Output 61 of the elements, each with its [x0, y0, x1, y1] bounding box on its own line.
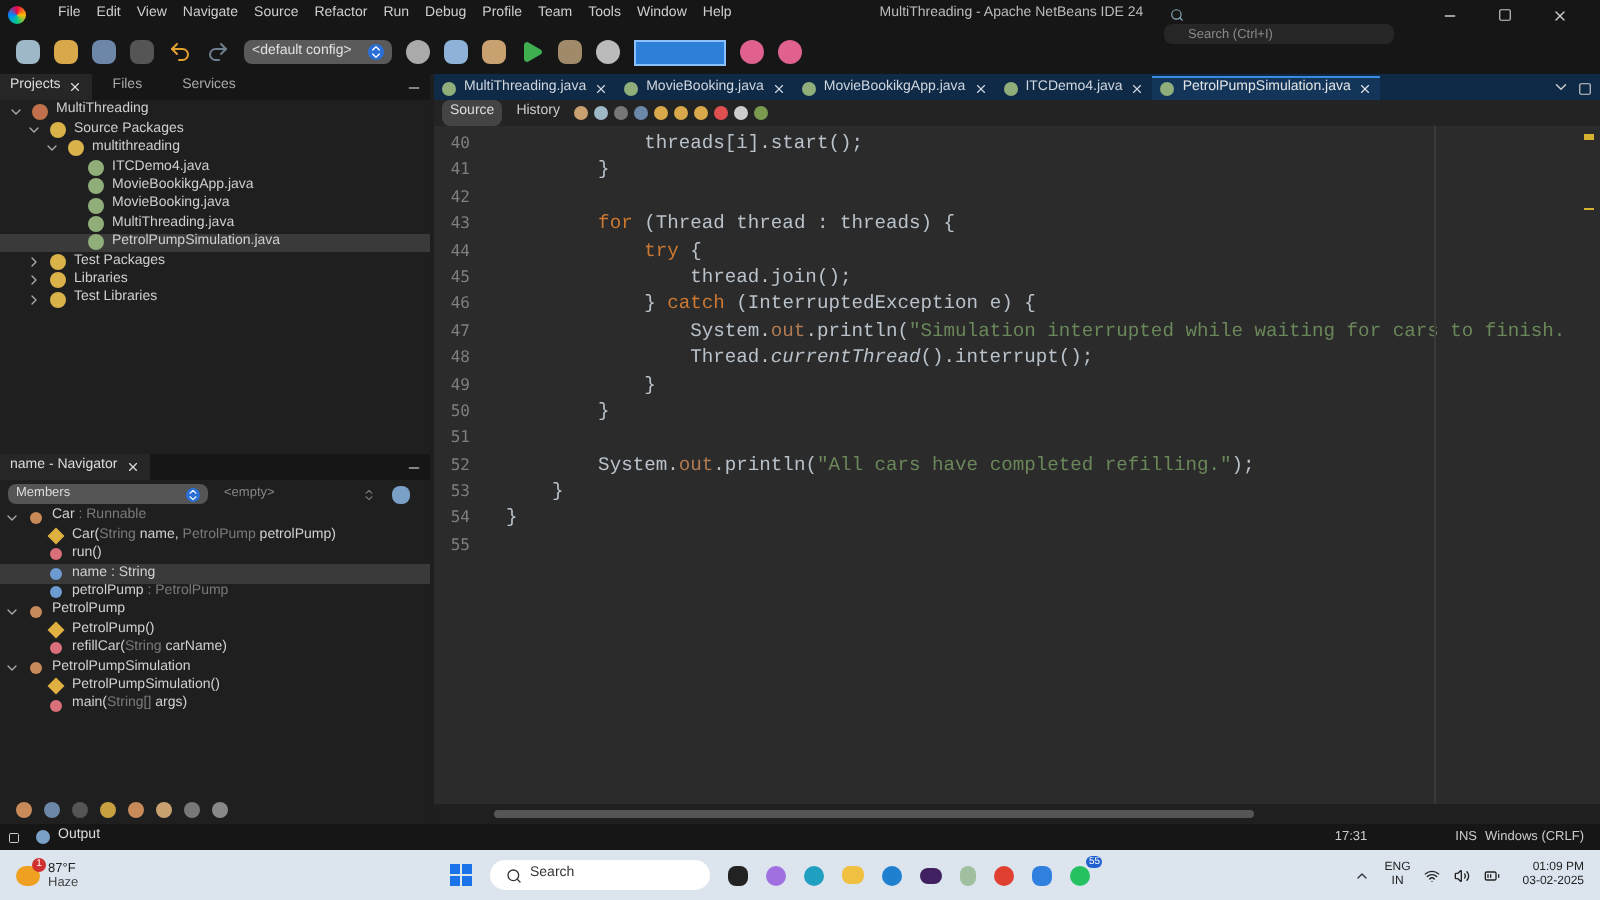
maximize-icon[interactable] [1578, 82, 1592, 96]
code-line: for (Thread thread : threads) { [596, 212, 956, 235]
close-icon[interactable] [973, 81, 988, 95]
line-number: 43 [448, 212, 472, 237]
constructor-icon [47, 527, 65, 545]
constructor-icon [47, 677, 65, 695]
memory-indicator[interactable] [634, 39, 726, 65]
volume-icon[interactable] [1454, 867, 1471, 883]
search-icon [506, 867, 522, 883]
close-icon[interactable] [771, 81, 786, 95]
code-line: threads[i].start(); [642, 132, 863, 154]
constructor-icon [47, 621, 65, 639]
code-line: Thread.currentThread().interrupt(); [688, 346, 1094, 369]
line-number: 42 [448, 185, 472, 210]
redo-icon[interactable] [206, 40, 230, 64]
horizontal-scrollbar[interactable] [494, 810, 1254, 818]
line-number: 40 [448, 132, 472, 156]
close-icon[interactable] [125, 460, 140, 474]
record-icon [713, 106, 728, 120]
maximize-icon[interactable] [1498, 8, 1512, 22]
dropdown-icon [368, 44, 384, 60]
dropdown-icon [362, 487, 376, 501]
wifi-icon[interactable] [1424, 867, 1441, 883]
line-number: 49 [448, 373, 472, 398]
windows-start-icon[interactable] [450, 864, 472, 886]
undo-icon[interactable] [168, 40, 192, 64]
line-number: 55 [448, 533, 472, 558]
code-line: } [596, 158, 610, 181]
code-line: thread.join(); [688, 265, 852, 288]
line-number: 46 [448, 292, 472, 317]
code-line: } catch (InterruptedException e) { [642, 292, 1036, 315]
line-number: 45 [448, 265, 472, 290]
line-number: 47 [448, 319, 472, 344]
code-line: } [596, 399, 610, 422]
line-number: 50 [448, 399, 472, 424]
search-icon [1170, 8, 1184, 22]
error-stripe-mark [1583, 208, 1593, 210]
line-number: 52 [448, 453, 472, 478]
code-line: } [550, 480, 564, 503]
battery-icon[interactable] [1484, 867, 1501, 883]
close-icon[interactable] [68, 80, 83, 94]
line-number: 48 [448, 346, 472, 371]
close-icon[interactable] [1130, 81, 1145, 95]
code-line: } [642, 373, 656, 396]
app-logo-icon [8, 6, 26, 24]
code-line: } [506, 506, 518, 529]
window-icon[interactable] [8, 831, 20, 843]
code-line: System.out.println("All cars have completed refilling."); [596, 453, 1255, 476]
close-icon[interactable] [1552, 7, 1568, 23]
dropdown-icon [186, 487, 200, 501]
line-number: 44 [448, 239, 472, 264]
close-icon[interactable] [1358, 82, 1373, 96]
line-number: 54 [448, 506, 472, 531]
code-line: try { [642, 239, 702, 262]
tab-list-icon[interactable] [1552, 78, 1570, 96]
close-icon[interactable] [594, 81, 609, 95]
line-number: 53 [448, 480, 472, 505]
line-number: 41 [448, 158, 472, 183]
run-icon[interactable] [520, 40, 544, 64]
error-stripe-mark [1583, 134, 1593, 140]
line-number: 51 [448, 426, 472, 451]
